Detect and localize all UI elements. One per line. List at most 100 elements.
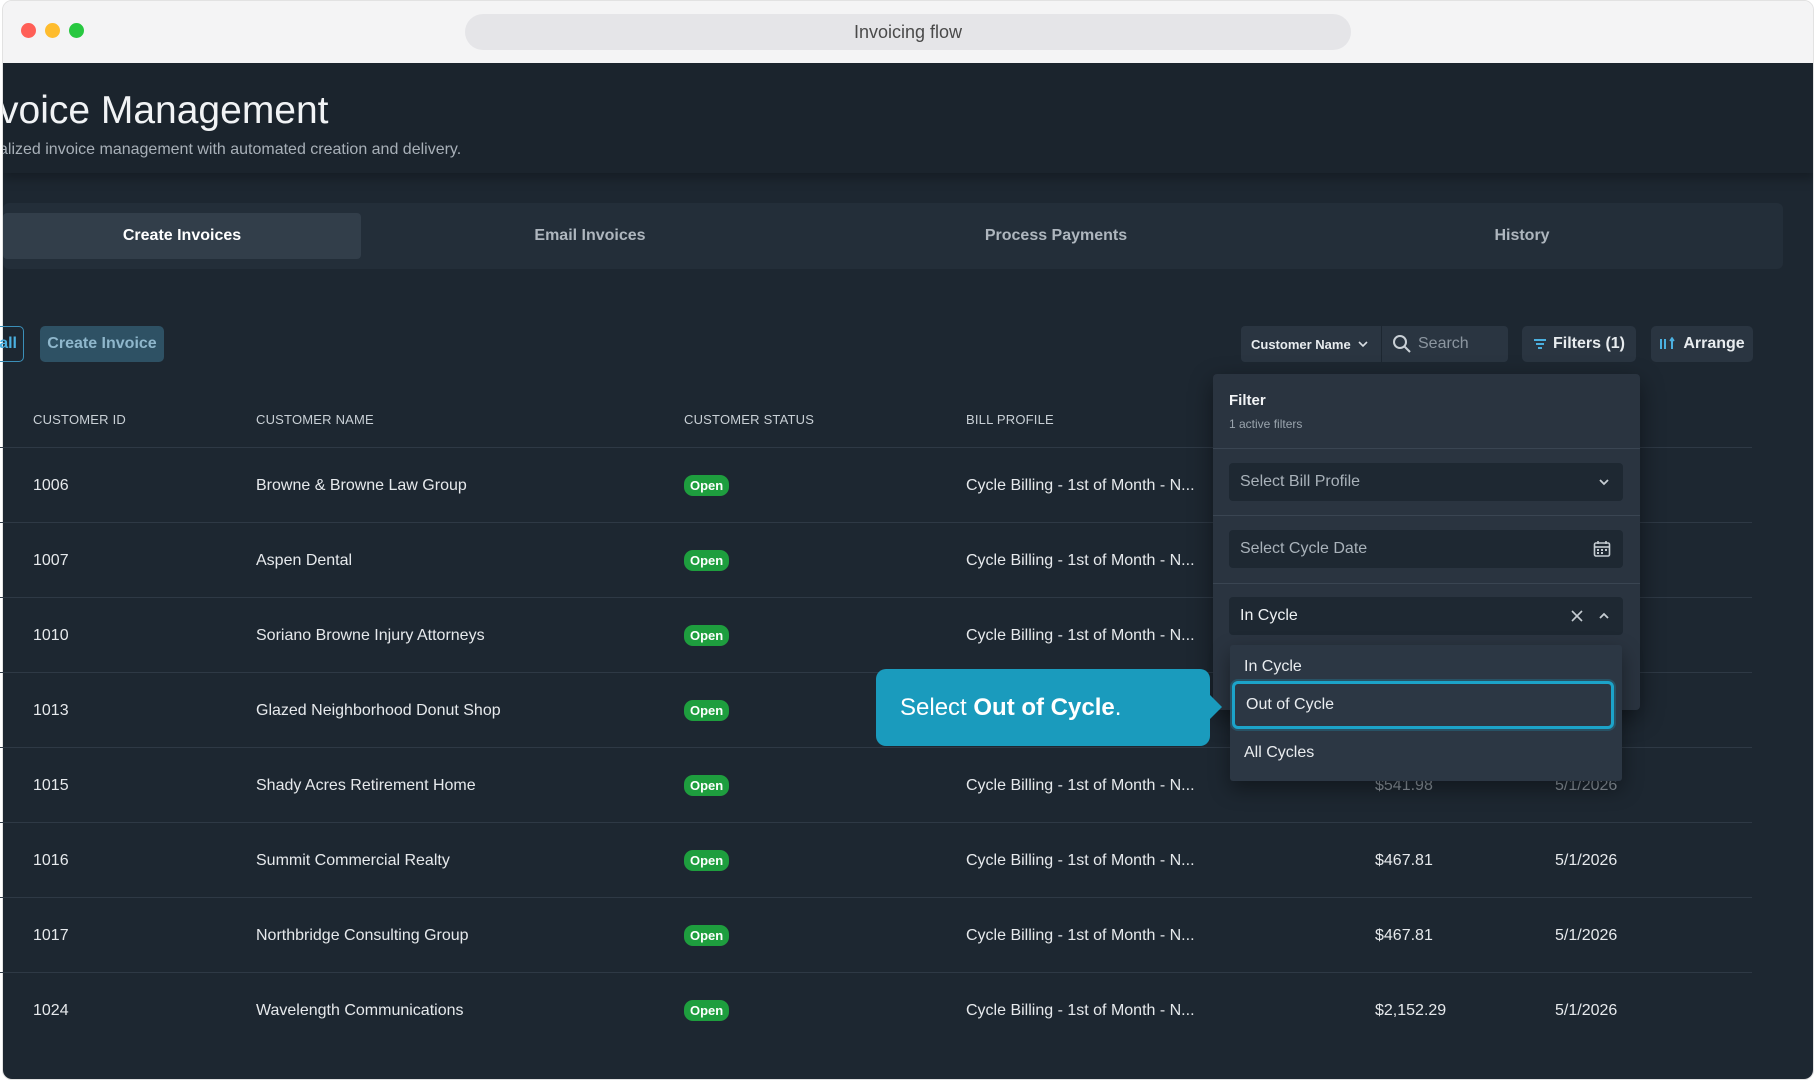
customer-status-cell: Open xyxy=(684,898,730,973)
customer-name-cell: Glazed Neighborhood Donut Shop xyxy=(256,701,501,719)
filter-title: Filter xyxy=(1229,392,1266,409)
title-bar: Invoicing flow xyxy=(3,1,1813,63)
customer-id-cell: 1017 xyxy=(33,926,69,944)
status-badge: Open xyxy=(684,775,730,796)
customer-id-cell: 1015 xyxy=(33,776,69,794)
divider xyxy=(1213,583,1640,584)
bill-profile-placeholder: Select Bill Profile xyxy=(1240,473,1361,490)
minimize-window-button[interactable] xyxy=(45,23,60,38)
tab-create-invoices[interactable]: Create Invoices xyxy=(3,213,361,259)
search-field-select[interactable]: Customer Name xyxy=(1241,326,1381,362)
cycle-select[interactable]: In Cycle xyxy=(1229,597,1623,635)
status-badge: Open xyxy=(684,1000,730,1021)
tab-process-payments[interactable]: Process Payments xyxy=(877,213,1235,259)
amount-cell: $2,152.29 xyxy=(1375,1001,1447,1019)
select-all-button[interactable]: all xyxy=(0,326,24,362)
amount-cell: $467.81 xyxy=(1375,851,1433,869)
status-badge: Open xyxy=(684,625,730,646)
table-row[interactable]: 1024 Wavelength Communications Open Cycle B… xyxy=(0,972,1752,1047)
search-input[interactable]: Search xyxy=(1382,326,1508,362)
amount-cell: $467.81 xyxy=(1375,926,1433,944)
status-badge: Open xyxy=(684,700,730,721)
column-header-customer-name[interactable]: CUSTOMER NAME xyxy=(256,412,374,427)
customer-id-cell: 1016 xyxy=(33,851,69,869)
cycle-date-placeholder: Select Cycle Date xyxy=(1240,540,1368,557)
close-window-button[interactable] xyxy=(21,23,36,38)
window-title: Invoicing flow xyxy=(465,14,1351,50)
clear-icon[interactable] xyxy=(1571,610,1583,622)
maximize-window-button[interactable] xyxy=(69,23,84,38)
cycle-date-cell: 5/1/2026 xyxy=(1555,926,1618,944)
cycle-options-dropdown: In Cycle Out of Cycle All Cycles xyxy=(1230,645,1622,781)
column-header-customer-status[interactable]: CUSTOMER STATUS xyxy=(684,412,814,427)
tab-email-invoices[interactable]: Email Invoices xyxy=(411,213,769,259)
arrange-button[interactable]: Arrange xyxy=(1651,326,1753,362)
divider xyxy=(1213,515,1640,516)
table-row[interactable]: 1017 Northbridge Consulting Group Open Cycl… xyxy=(0,897,1752,972)
status-badge: Open xyxy=(684,550,730,571)
customer-id-cell: 1007 xyxy=(33,551,69,569)
tooltip-prefix: Select xyxy=(900,693,974,721)
customer-name-cell: Soriano Browne Injury Attorneys xyxy=(256,626,485,644)
customer-status-cell: Open xyxy=(684,823,730,898)
column-header-customer-id[interactable]: CUSTOMER ID xyxy=(33,412,126,427)
customer-status-cell: Open xyxy=(684,973,730,1048)
filter-icon xyxy=(1533,339,1546,349)
customer-status-cell: Open xyxy=(684,673,730,748)
customer-status-cell: Open xyxy=(684,523,730,598)
customer-name-cell: Browne & Browne Law Group xyxy=(256,476,467,494)
bill-profile-cell: Cycle Billing - 1st of Month - N... xyxy=(966,926,1195,944)
filters-button[interactable]: Filters (1) xyxy=(1522,326,1636,362)
chevron-down-icon xyxy=(1599,479,1609,486)
chevron-up-icon[interactable] xyxy=(1597,609,1611,623)
customer-name-cell: Aspen Dental xyxy=(256,551,353,569)
search-placeholder: Search xyxy=(1418,335,1469,352)
customer-status-cell: Open xyxy=(684,448,730,523)
bill-profile-cell: Cycle Billing - 1st of Month - N... xyxy=(966,551,1195,569)
tab-history[interactable]: History xyxy=(1343,213,1701,259)
bill-profile-cell: Cycle Billing - 1st of Month - N... xyxy=(966,476,1195,494)
customer-id-cell: 1006 xyxy=(33,476,69,494)
customer-name-cell: Northbridge Consulting Group xyxy=(256,926,469,944)
page-subtitle: alized invoice management with automated… xyxy=(3,141,462,158)
bill-profile-cell: Cycle Billing - 1st of Month - N... xyxy=(966,1001,1195,1019)
arrange-label: Arrange xyxy=(1683,335,1745,352)
tooltip-highlight: Out of Cycle xyxy=(973,693,1115,721)
cycle-date-cell: 5/1/2026 xyxy=(1555,851,1618,869)
filter-active-count: 1 active filters xyxy=(1229,417,1303,431)
status-badge: Open xyxy=(684,475,730,496)
bill-profile-cell: Cycle Billing - 1st of Month - N... xyxy=(966,626,1195,644)
customer-id-cell: 1010 xyxy=(33,626,69,644)
divider xyxy=(1213,448,1640,449)
search-field-select-value: Customer Name xyxy=(1251,336,1351,352)
cycle-date-cell: 5/1/2026 xyxy=(1555,1001,1618,1019)
chevron-down-icon xyxy=(1358,341,1368,348)
customer-name-cell: Shady Acres Retirement Home xyxy=(256,776,476,794)
tooltip-suffix: . xyxy=(1114,693,1122,721)
customer-name-cell: Wavelength Communications xyxy=(256,1001,464,1019)
page-header: voice Management alized invoice manageme… xyxy=(3,63,1813,173)
calendar-icon[interactable] xyxy=(1593,540,1611,558)
option-out-of-cycle[interactable]: Out of Cycle xyxy=(1232,681,1614,729)
column-header-bill-profile[interactable]: BILL PROFILE xyxy=(966,412,1054,427)
customer-status-cell: Open xyxy=(684,748,730,823)
customer-name-cell: Summit Commercial Realty xyxy=(256,851,450,869)
status-badge: Open xyxy=(684,850,730,871)
bill-profile-cell: Cycle Billing - 1st of Month - N... xyxy=(966,851,1195,869)
status-badge: Open xyxy=(684,925,730,946)
bill-profile-cell: Cycle Billing - 1st of Month - N... xyxy=(966,776,1195,794)
customer-id-cell: 1024 xyxy=(33,1001,69,1019)
bill-profile-select[interactable]: Select Bill Profile xyxy=(1229,463,1623,501)
filters-label: Filters (1) xyxy=(1552,335,1625,352)
table-row[interactable]: 1016 Summit Commercial Realty Open Cycle Bi… xyxy=(0,822,1752,897)
create-invoice-button[interactable]: Create Invoice xyxy=(40,326,164,362)
search-icon xyxy=(1393,335,1411,353)
option-all-cycles[interactable]: All Cycles xyxy=(1230,733,1622,773)
cycle-select-value: In Cycle xyxy=(1240,607,1298,624)
page-title: voice Management xyxy=(3,89,329,132)
tab-bar: Create Invoices Email Invoices Process P… xyxy=(3,203,1783,269)
cycle-date-picker[interactable]: Select Cycle Date xyxy=(1229,530,1623,568)
guide-tooltip: Select Out of Cycle. xyxy=(876,669,1222,746)
arrange-icon xyxy=(1660,337,1675,349)
customer-id-cell: 1013 xyxy=(33,701,69,719)
